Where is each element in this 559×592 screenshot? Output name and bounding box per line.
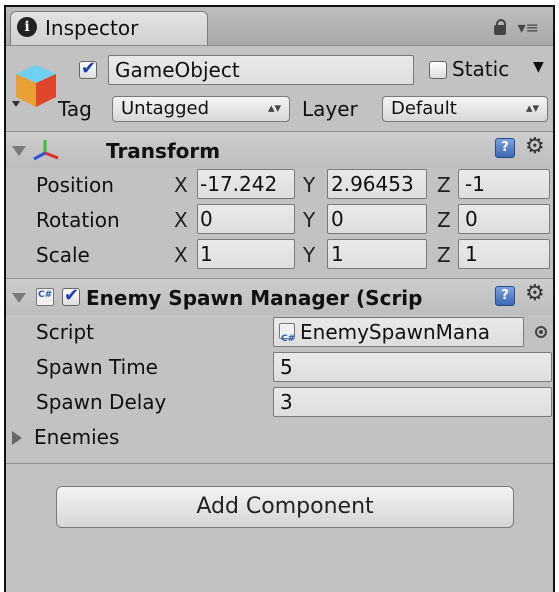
scale-x-axis[interactable]: X <box>174 243 188 267</box>
script-value: EnemySpawnMana <box>300 320 491 344</box>
rotation-z-axis[interactable]: Z <box>437 208 451 232</box>
component-enabled-checkbox[interactable] <box>62 285 80 306</box>
rotation-z-field[interactable]: 0 <box>458 204 550 234</box>
tab-inspector[interactable]: i Inspector <box>10 11 208 45</box>
tab-icons: ▾≡ <box>494 18 539 37</box>
static-checkbox[interactable] <box>429 61 447 79</box>
name-field[interactable]: GameObject <box>108 55 414 85</box>
position-y-field[interactable]: 2.96453 <box>327 169 427 199</box>
transform-title: Transform <box>106 139 221 163</box>
tag-label: Tag <box>58 97 92 121</box>
script-label: Script <box>36 320 95 344</box>
enemies-foldout-icon[interactable] <box>12 431 22 445</box>
scale-y-axis[interactable]: Y <box>303 243 315 267</box>
spawn-delay-field[interactable]: 3 <box>273 387 552 417</box>
tab-inspector-label: Inspector <box>45 16 139 40</box>
transform-header[interactable]: Transform ? ⚙ <box>6 131 553 168</box>
script-field[interactable]: EnemySpawnMana <box>273 317 524 347</box>
gameobject-cube-icon[interactable] <box>12 61 60 109</box>
rotation-y-field[interactable]: 0 <box>327 204 427 234</box>
position-z-axis[interactable]: Z <box>437 173 451 197</box>
tag-dropdown[interactable]: Untagged ▴▾ <box>112 96 290 122</box>
static-label: Static <box>452 57 510 81</box>
active-checkbox[interactable] <box>79 58 97 79</box>
gear-icon[interactable]: ⚙ <box>525 134 545 159</box>
position-label: Position <box>36 173 114 197</box>
scale-y-field[interactable]: 1 <box>327 239 427 269</box>
layer-value: Default <box>391 98 457 119</box>
script-icon <box>279 323 295 346</box>
spawn-delay-label: Spawn Delay <box>36 390 167 414</box>
position-x-axis[interactable]: X <box>174 173 188 197</box>
static-dropdown-icon[interactable]: ▼ <box>533 59 544 75</box>
tab-bar: i Inspector ▾≡ <box>6 7 553 46</box>
gameobject-header: GameObject Static ▼ Tag Untagged ▴▾ Laye… <box>6 46 553 130</box>
transform-axes-icon <box>33 140 59 161</box>
divider <box>6 463 553 464</box>
layer-dropdown[interactable]: Default ▴▾ <box>382 96 548 122</box>
spawn-time-field[interactable]: 5 <box>273 352 552 382</box>
spawn-time-label: Spawn Time <box>36 355 158 379</box>
menu-icon[interactable]: ▾≡ <box>518 18 539 37</box>
scale-z-axis[interactable]: Z <box>437 243 451 267</box>
scale-x-field[interactable]: 1 <box>197 239 295 269</box>
position-y-axis[interactable]: Y <box>303 173 315 197</box>
help-icon[interactable]: ? <box>495 138 515 158</box>
inspector-window: i Inspector ▾≡ GameObject Static ▼ Tag U… <box>4 5 555 592</box>
foldout-arrow-icon[interactable] <box>12 146 26 156</box>
layer-label: Layer <box>302 97 358 121</box>
enemies-label[interactable]: Enemies <box>34 425 119 449</box>
foldout-arrow-icon[interactable] <box>12 293 26 303</box>
help-icon[interactable]: ? <box>495 286 515 306</box>
position-x-field[interactable]: -17.242 <box>197 169 295 199</box>
object-picker-icon[interactable] <box>535 326 547 338</box>
position-z-field[interactable]: -1 <box>458 169 550 199</box>
rotation-label: Rotation <box>36 208 120 232</box>
script-icon <box>36 288 54 306</box>
tag-value: Untagged <box>121 98 210 119</box>
add-component-button[interactable]: Add Component <box>56 486 514 528</box>
chevron-updown-icon: ▴▾ <box>267 101 281 116</box>
rotation-x-field[interactable]: 0 <box>197 204 295 234</box>
rotation-y-axis[interactable]: Y <box>303 208 315 232</box>
chevron-updown-icon: ▴▾ <box>525 101 539 116</box>
gear-icon[interactable]: ⚙ <box>525 281 545 306</box>
spawn-manager-header[interactable]: Enemy Spawn Manager (Scrip ? ⚙ <box>6 278 553 315</box>
scale-z-field[interactable]: 1 <box>458 239 550 269</box>
lock-icon[interactable] <box>494 19 507 35</box>
rotation-x-axis[interactable]: X <box>174 208 188 232</box>
info-icon: i <box>17 17 37 37</box>
spawn-manager-title: Enemy Spawn Manager (Scrip <box>86 286 423 310</box>
scale-label: Scale <box>36 243 90 267</box>
